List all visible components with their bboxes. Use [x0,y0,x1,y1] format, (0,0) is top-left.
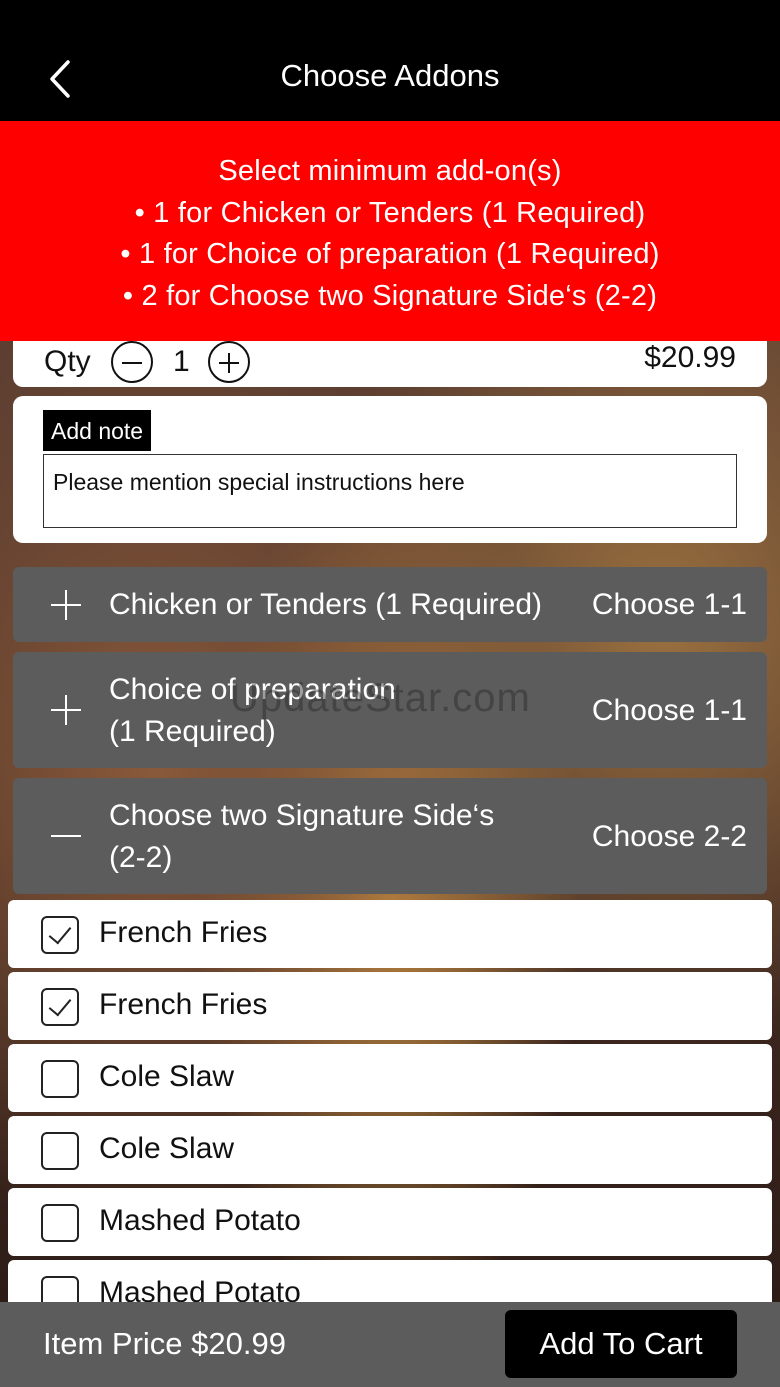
group-title: Chicken or Tenders (1 Required) [109,588,542,621]
add-note-label: Add note [43,410,152,451]
checkbox[interactable] [41,1060,79,1098]
plus-icon [51,695,81,725]
option-row[interactable]: French Fries [8,900,772,968]
option-label: Cole Slaw [99,1132,235,1165]
qty-label: Qty [44,345,91,378]
option-label: Mashed Potato [99,1204,301,1237]
page-title: Choose Addons [280,58,500,93]
increase-quantity-button[interactable] [208,341,250,383]
checkbox[interactable] [41,1204,79,1242]
group-choose-range: Choose 1-1 [591,694,747,727]
watermark: UpdateStar.com [230,676,531,720]
option-label: Cole Slaw [99,1060,235,1093]
option-row[interactable]: Mashed Potato [8,1188,772,1256]
banner-line: Select minimum add-on(s) [218,155,562,187]
option-row[interactable]: Cole Slaw [8,1044,772,1112]
note-card: Add note Please mention special instruct… [13,396,767,543]
checkbox-checked[interactable] [41,988,79,1026]
add-to-cart-button[interactable]: Add To Cart [505,1310,737,1378]
special-instructions-input[interactable]: Please mention special instructions here [43,454,737,528]
addon-group-chicken-or-tenders[interactable]: Chicken or Tenders (1 Required) Choose 1… [13,567,767,642]
minus-icon [51,821,81,851]
banner-line: • 1 for Chicken or Tenders (1 Required) [134,196,646,229]
group-title-line2: (2-2) [109,841,173,874]
quantity-card: Qty 1 $20.99 [13,341,767,387]
item-price-label: $20.99 [644,341,736,374]
plus-icon [51,590,81,620]
group-choose-range: Choose 2-2 [591,820,747,853]
qty-value: 1 [173,345,190,378]
banner-line: • 2 for Choose two Signature Side‘s (2-2… [122,279,658,312]
total-item-price: Item Price $20.99 [43,1326,286,1361]
nav-bar: Choose Addons [0,0,780,121]
checkbox[interactable] [41,1132,79,1170]
group-title-line1: Choose two Signature Side‘s [109,799,495,832]
banner-line: • 1 for Choice of preparation (1 Require… [120,238,660,270]
option-row[interactable]: French Fries [8,972,772,1040]
decrease-quantity-button[interactable] [111,341,153,383]
bottom-bar: Item Price $20.99 Add To Cart [0,1302,780,1387]
option-row[interactable]: Cole Slaw [8,1116,772,1184]
addon-group-signature-sides[interactable]: Choose two Signature Side‘s (2-2) Choose… [13,778,767,894]
requirements-banner: Select minimum add-on(s) • 1 for Chicken… [0,121,780,341]
checkbox-checked[interactable] [41,916,79,954]
option-label: French Fries [99,988,268,1021]
group-choose-range: Choose 1-1 [591,588,747,621]
option-label: French Fries [99,916,268,949]
